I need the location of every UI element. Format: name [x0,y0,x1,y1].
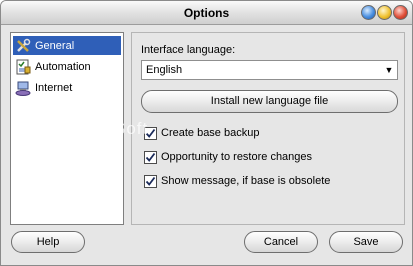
language-value: English [146,64,183,76]
window-title: Options [183,6,230,20]
restore-changes-checkbox[interactable] [144,150,157,164]
category-list: General Automation Internet [10,32,124,225]
save-button[interactable]: Save [329,231,403,253]
help-window-button[interactable] [361,5,376,20]
restore-changes-option[interactable]: Opportunity to restore changes [144,149,312,165]
sidebar-item-automation[interactable]: Automation [13,57,121,76]
sidebar-item-label: Internet [35,81,73,94]
obsolete-message-option[interactable]: Show message, if base is obsolete [144,173,330,189]
network-icon [15,80,31,96]
install-language-button[interactable]: Install new language file [141,90,398,113]
language-select[interactable]: English ▼ [141,60,398,80]
checklist-icon [15,59,31,75]
minimize-button[interactable] [377,5,392,20]
tools-icon [15,38,31,54]
help-button[interactable]: Help [11,231,85,253]
sidebar-item-label: General [35,39,75,52]
chevron-down-icon: ▼ [384,65,394,75]
watermark: Soft [114,119,149,138]
sidebar-item-general[interactable]: General [13,36,121,55]
language-label: Interface language: [141,44,236,56]
obsolete-message-checkbox[interactable] [144,174,157,188]
cancel-button[interactable]: Cancel [244,231,318,253]
options-window: Options General Automation Internet Inte… [0,0,413,266]
create-backup-option[interactable]: Create base backup [144,125,259,141]
checkbox-label: Show message, if base is obsolete [161,175,331,187]
checkbox-label: Create base backup [161,127,260,139]
sidebar-item-label: Automation [35,60,91,73]
checkbox-label: Opportunity to restore changes [161,151,313,163]
sidebar-item-internet[interactable]: Internet [13,78,121,97]
title-bar: Options [1,1,412,25]
close-button[interactable] [393,5,408,20]
general-settings-panel: Interface language: English ▼ Install ne… [131,32,405,225]
